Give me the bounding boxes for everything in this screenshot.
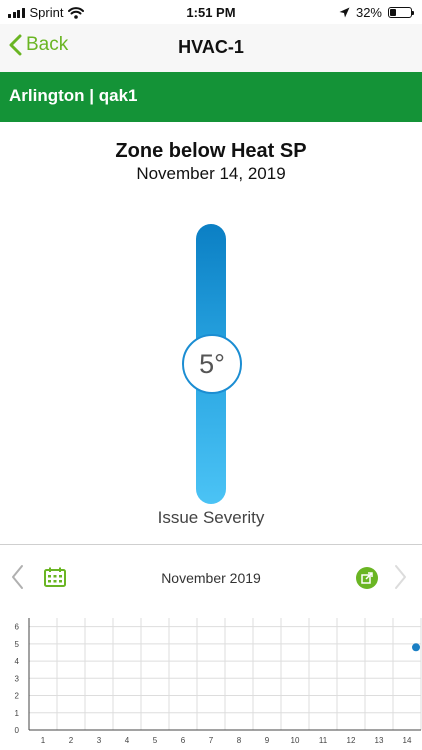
issue-date: November 14, 2019	[136, 164, 286, 183]
x-tick-label: 8	[237, 736, 242, 745]
share-icon	[361, 572, 373, 584]
chevron-right-icon	[395, 565, 406, 589]
x-tick-label: 6	[181, 736, 186, 745]
share-button[interactable]	[356, 567, 378, 589]
x-tick-label: 4	[125, 736, 130, 745]
x-tick-label: 11	[319, 736, 328, 745]
location-label: Arlington | qak1	[9, 86, 138, 105]
x-tick-label: 13	[375, 736, 384, 745]
back-button[interactable]: Back	[8, 34, 68, 56]
x-tick-label: 7	[209, 736, 214, 745]
x-tick-label: 3	[97, 736, 102, 745]
severity-value: 5°	[182, 334, 242, 394]
battery-icon	[388, 7, 414, 18]
y-tick-label: 4	[15, 657, 20, 666]
severity-chart: 01234561 2 3 4 5 6 7 8 9 10 11 12 13 14	[15, 618, 422, 745]
status-right: 32%	[339, 5, 414, 20]
calendar-icon	[44, 567, 66, 587]
battery-percent: 32%	[355, 5, 382, 20]
severity-label: Issue Severity	[157, 508, 265, 527]
x-tick-label: 10	[291, 736, 300, 745]
x-tick-label: 12	[347, 736, 356, 745]
y-tick-label: 0	[15, 726, 20, 735]
y-tick-label: 5	[15, 640, 20, 649]
x-tick-label: 9	[265, 736, 270, 745]
x-tick-label: 5	[153, 736, 158, 745]
chevron-left-icon	[12, 565, 23, 589]
chart-toolbar: November 2019	[0, 560, 422, 596]
x-tick-label: 2	[69, 736, 74, 745]
divider	[0, 544, 422, 545]
y-tick-label: 6	[15, 623, 20, 632]
location-arrow-icon	[339, 7, 350, 18]
issue-title: Zone below Heat SP	[115, 140, 307, 162]
chevron-left-icon	[9, 34, 22, 56]
y-tick-label: 3	[15, 674, 20, 683]
x-tick-label: 1	[41, 736, 46, 745]
x-tick-label: 14	[403, 736, 412, 745]
back-label: Back	[26, 34, 69, 55]
nav-bar: Back HVAC-1	[0, 24, 422, 72]
location-bar: Arlington | qak1	[0, 72, 422, 122]
calendar-button[interactable]	[44, 567, 66, 592]
status-bar: Sprint 1:51 PM 32%	[0, 0, 422, 24]
previous-month-button[interactable]	[10, 564, 24, 595]
data-point	[412, 643, 420, 652]
next-month-button[interactable]	[394, 564, 408, 595]
y-tick-label: 2	[15, 692, 20, 701]
y-tick-label: 1	[15, 709, 20, 718]
